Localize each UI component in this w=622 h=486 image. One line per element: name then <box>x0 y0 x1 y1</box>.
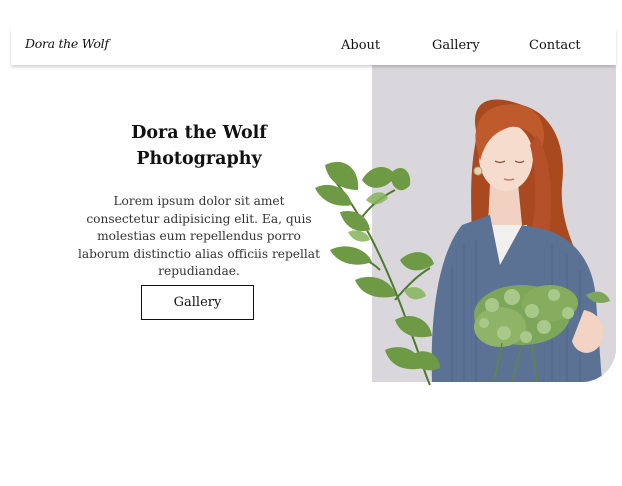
plant-leaves-illustration <box>315 161 440 386</box>
hero-title-line-1: Dora the Wolf <box>131 123 267 143</box>
nav-link-contact[interactable]: Contact <box>529 38 581 53</box>
gallery-button[interactable]: Gallery <box>141 285 254 320</box>
site-header: Dora the Wolf About Gallery Contact <box>11 28 616 65</box>
nav-link-gallery[interactable]: Gallery <box>432 38 480 53</box>
hero-description: Lorem ipsum dolor sit amet consectetur a… <box>78 194 320 278</box>
hero-title: Dora the Wolf Photography <box>100 120 298 172</box>
hero-title-line-2: Photography <box>136 149 262 169</box>
page: Dora the Wolf About Gallery Contact Dora… <box>0 0 622 486</box>
logo[interactable]: Dora the Wolf <box>25 36 109 51</box>
nav-link-about[interactable]: About <box>341 38 380 53</box>
